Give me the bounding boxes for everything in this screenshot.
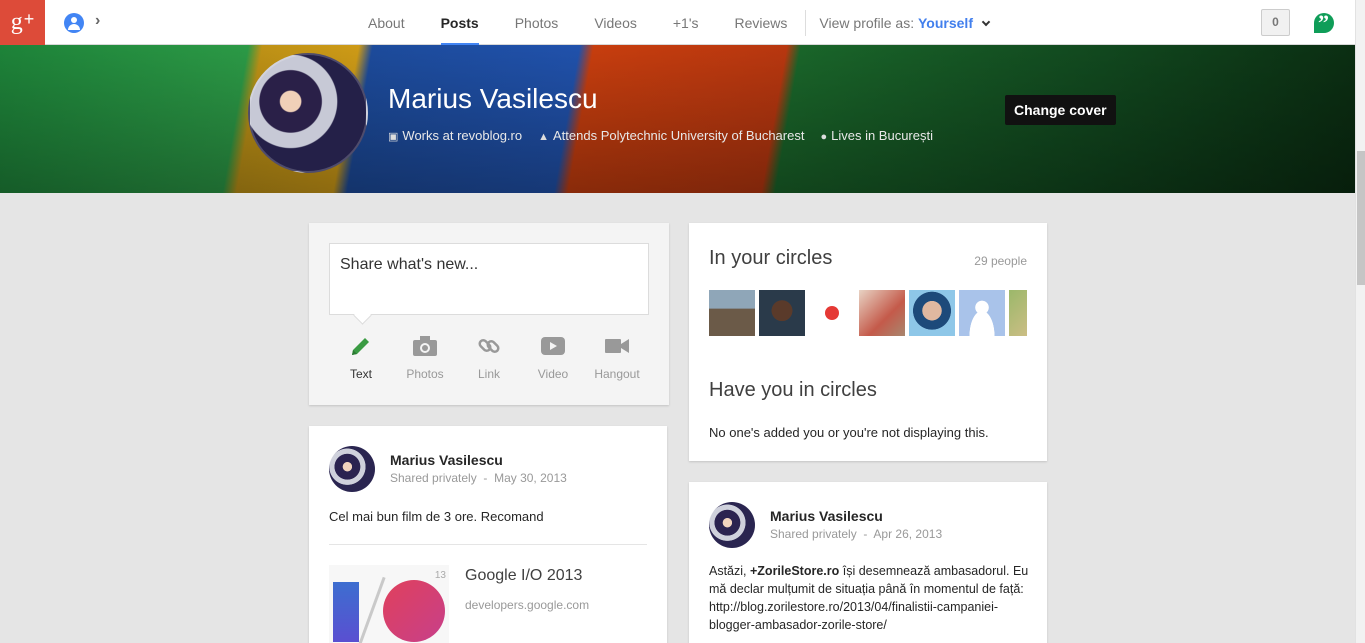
camera-icon — [413, 336, 437, 356]
share-link-button[interactable]: Link — [457, 333, 521, 381]
post-text: Cel mai bun film de 3 ore. Recomand — [329, 509, 544, 524]
scrollbar-thumb[interactable] — [1357, 151, 1365, 285]
share-hangout-label: Hangout — [594, 367, 640, 381]
briefcase-icon: ▣ — [388, 131, 399, 143]
io-logo-slash — [355, 576, 386, 643]
circles-count[interactable]: 29 people — [974, 254, 1027, 268]
share-link-label: Link — [477, 367, 500, 381]
post-card: Marius Vasilescu Shared privately - Apr … — [689, 482, 1047, 643]
circle-member-avatar[interactable] — [709, 290, 755, 336]
tab-photos[interactable]: Photos — [497, 0, 577, 45]
pencil-icon — [352, 338, 369, 355]
view-profile-value[interactable]: Yourself — [918, 15, 973, 31]
share-photos-button[interactable]: Photos — [393, 333, 457, 381]
circles-avatars — [709, 290, 1027, 336]
circle-member-avatar[interactable] — [859, 290, 905, 336]
circle-member-avatar[interactable] — [959, 290, 1005, 336]
meta-separator: - — [860, 527, 871, 541]
tab-videos[interactable]: Videos — [576, 0, 655, 45]
share-video-button[interactable]: Video — [521, 333, 585, 381]
link-icon — [478, 338, 500, 354]
tab-posts[interactable]: Posts — [423, 0, 497, 45]
video-camera-icon — [605, 339, 629, 353]
share-text-label: Text — [349, 367, 372, 381]
meta-separator: - — [480, 471, 491, 485]
location-info: ● Lives in București — [820, 128, 933, 143]
profile-icon[interactable] — [64, 13, 84, 33]
post-text: Astăzi, +ZorileStore.ro își desemnează a… — [709, 562, 1034, 634]
io-logo-o — [383, 580, 445, 642]
post-meta: Shared privately - May 30, 2013 — [390, 471, 567, 485]
chevron-down-icon[interactable] — [981, 17, 991, 27]
io-logo-i — [333, 582, 359, 642]
zorile-store-logo — [825, 306, 839, 320]
notifications-button[interactable]: 0 — [1261, 9, 1290, 36]
post-divider — [329, 544, 647, 545]
post-mention[interactable]: +ZorileStore.ro — [750, 564, 839, 578]
circles-card: In your circles 29 people Have you in ci… — [689, 223, 1047, 461]
in-your-circles-title[interactable]: In your circles — [709, 247, 832, 270]
share-actions: Text Photos Link Video Hangout — [329, 333, 649, 381]
share-video-label: Video — [537, 367, 569, 381]
share-text-button[interactable]: Text — [329, 333, 393, 381]
hangouts-icon[interactable] — [1314, 10, 1334, 36]
education-text: Attends Polytechnic University of Buchar… — [553, 128, 805, 143]
post-card: Marius Vasilescu Shared privately - May … — [309, 426, 667, 643]
post-author-name[interactable]: Marius Vasilescu — [390, 452, 503, 468]
share-photos-label: Photos — [406, 367, 444, 381]
education-info: ▲ Attends Polytechnic University of Bucha… — [538, 128, 804, 143]
circle-member-avatar[interactable] — [809, 290, 855, 336]
profile-name: Marius Vasilescu — [388, 83, 598, 114]
have-you-in-circles-text: No one's added you or you're not display… — [709, 425, 989, 440]
have-you-in-circles-title: Have you in circles — [709, 379, 877, 401]
post-text-prefix: Astăzi, — [709, 564, 750, 578]
share-input[interactable]: Share what's new... — [329, 243, 649, 315]
location-pin-icon: ● — [820, 131, 828, 143]
io-logo-year: 13 — [434, 570, 446, 581]
link-url[interactable]: developers.google.com — [465, 598, 589, 612]
change-cover-button[interactable]: Change cover — [1005, 95, 1116, 125]
tab-reviews[interactable]: Reviews — [717, 0, 806, 45]
post-author-avatar[interactable] — [329, 446, 375, 492]
post-visibility[interactable]: Shared privately — [390, 471, 477, 485]
link-thumbnail[interactable]: 13 — [329, 565, 449, 643]
view-profile-as[interactable]: View profile as: Yourself — [806, 0, 991, 45]
google-plus-logo[interactable]: g + — [0, 0, 45, 45]
chevron-right-icon[interactable]: › — [95, 12, 100, 30]
tab-plus-ones[interactable]: +1's — [655, 0, 717, 45]
circle-member-avatar[interactable] — [759, 290, 805, 336]
circle-member-avatar[interactable] — [909, 290, 955, 336]
scrollbar[interactable] — [1355, 0, 1365, 643]
share-box: Share what's new... Text Photos Link Vid… — [309, 223, 669, 405]
works-info: ▣ Works at revoblog.ro — [388, 128, 522, 143]
youtube-icon — [541, 337, 565, 355]
post-visibility[interactable]: Shared privately — [770, 527, 857, 541]
tab-about[interactable]: About — [350, 0, 423, 45]
view-profile-label: View profile as: — [819, 15, 915, 31]
link-title[interactable]: Google I/O 2013 — [465, 567, 582, 585]
profile-nav: About Posts Photos Videos +1's Reviews V… — [350, 0, 991, 45]
location-text: Lives in București — [831, 128, 933, 143]
profile-info: ▣ Works at revoblog.ro ▲ Attends Polytechn… — [388, 128, 933, 143]
works-text: Works at revoblog.ro — [402, 128, 523, 143]
graduation-cap-icon: ▲ — [538, 131, 549, 143]
post-date[interactable]: Apr 26, 2013 — [873, 527, 942, 541]
top-bar: g + › About Posts Photos Videos +1's Revi… — [0, 0, 1355, 45]
post-author-name[interactable]: Marius Vasilescu — [770, 508, 883, 524]
post-meta: Shared privately - Apr 26, 2013 — [770, 527, 942, 541]
share-hangout-button[interactable]: Hangout — [585, 333, 649, 381]
post-date[interactable]: May 30, 2013 — [494, 471, 567, 485]
cover-photo: Marius Vasilescu ▣ Works at revoblog.ro ▲… — [0, 45, 1355, 193]
circle-member-avatar[interactable] — [1009, 290, 1027, 336]
post-author-avatar[interactable] — [709, 502, 755, 548]
profile-avatar[interactable] — [248, 53, 368, 173]
